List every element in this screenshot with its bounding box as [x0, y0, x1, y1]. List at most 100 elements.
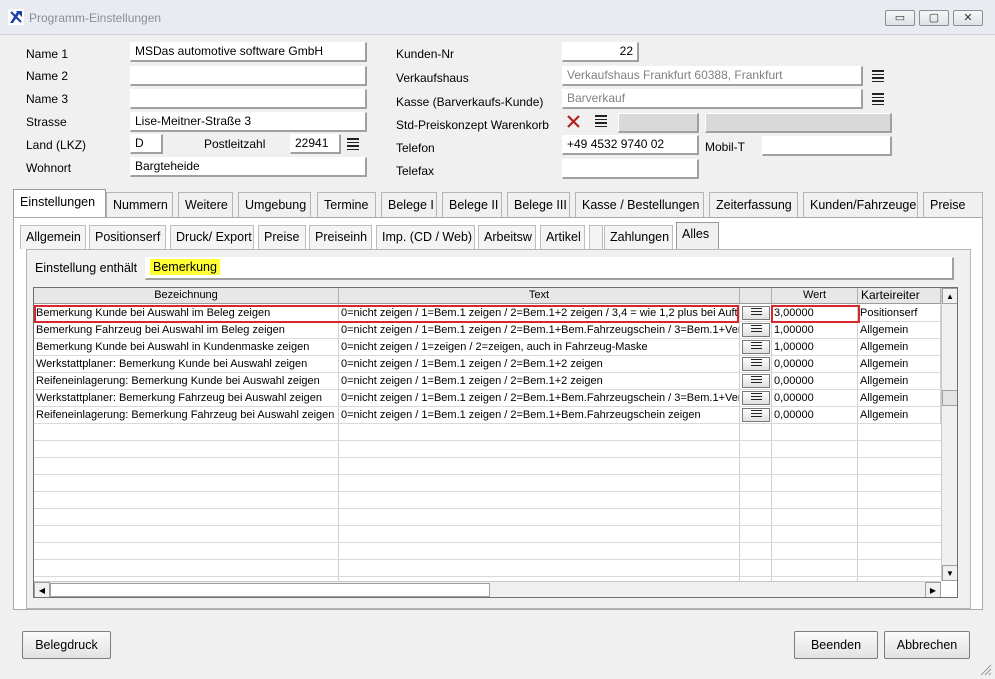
belegdruck-button[interactable]: Belegdruck: [22, 631, 111, 659]
register-field[interactable]: Barverkauf: [562, 89, 863, 109]
fax-field[interactable]: [562, 159, 699, 179]
phone-field[interactable]: +49 4532 9740 02: [562, 135, 699, 155]
scroll-up-icon[interactable]: ▲: [942, 288, 957, 304]
scroll-left-icon[interactable]: ◀: [34, 582, 50, 597]
clear-x-icon[interactable]: [567, 115, 580, 128]
col-text[interactable]: Text: [339, 288, 740, 304]
tab-kunden-fahrzeuge[interactable]: Kunden/Fahrzeuge: [803, 192, 918, 218]
scroll-thumb[interactable]: [942, 390, 957, 406]
tab-belege-3[interactable]: Belege III: [507, 192, 570, 218]
close-button[interactable]: ✕: [953, 10, 983, 26]
table-row[interactable]: Werkstattplaner: Bemerkung Fahrzeug bei …: [34, 390, 941, 407]
subtab-artikel[interactable]: Artikel: [540, 225, 585, 249]
row-list-button[interactable]: [742, 340, 770, 354]
subtab-import[interactable]: Imp. (CD / Web): [376, 225, 475, 249]
row-list-button[interactable]: [742, 408, 770, 422]
table-row[interactable]: Reifeneinlagerung: Bemerkung Fahrzeug be…: [34, 407, 941, 424]
country-field[interactable]: D: [130, 134, 163, 154]
row-list-button[interactable]: [742, 374, 770, 388]
cell-wert[interactable]: 0,00000: [772, 356, 858, 372]
row-list-button[interactable]: [742, 306, 770, 320]
scroll-down-icon[interactable]: ▼: [942, 565, 957, 581]
tab-nummern[interactable]: Nummern: [106, 192, 173, 218]
scroll-right-icon[interactable]: ▶: [925, 582, 941, 597]
resize-grip-icon[interactable]: [979, 663, 992, 676]
col-button: [740, 288, 772, 304]
cell-karteireiter: Allgemein: [858, 356, 941, 372]
cell-wert[interactable]: 0,00000: [772, 390, 858, 406]
row-list-button[interactable]: [742, 391, 770, 405]
name1-field[interactable]: MSDas automotive software GmbH: [130, 42, 367, 62]
phone-label: Telefon: [396, 141, 435, 155]
horizontal-scrollbar[interactable]: ◀ ▶: [34, 581, 941, 597]
store-list-icon[interactable]: [872, 70, 884, 82]
list-icon: [750, 342, 762, 354]
store-field[interactable]: Verkaufshaus Frankfurt 60388, Frankfurt: [562, 66, 863, 86]
tab-preise[interactable]: Preise: [923, 192, 983, 218]
street-label: Strasse: [26, 115, 67, 129]
register-list-icon[interactable]: [872, 93, 884, 105]
table-row[interactable]: Reifeneinlagerung: Bemerkung Kunde bei A…: [34, 373, 941, 390]
table-row[interactable]: Bemerkung Kunde bei Auswahl in Kundenmas…: [34, 339, 941, 356]
custno-label: Kunden-Nr: [396, 47, 455, 61]
tab-umgebung[interactable]: Umgebung: [238, 192, 311, 218]
list-icon: [750, 325, 762, 337]
cell-karteireiter: Allgemein: [858, 322, 941, 338]
pricing-list-icon[interactable]: [595, 115, 607, 127]
horizontal-scroll-thumb[interactable]: [50, 583, 490, 597]
title-bar: Programm-Einstellungen ▭ ▢ ✕: [0, 0, 995, 35]
zip-field[interactable]: 22941: [290, 134, 341, 154]
cell-text: 0=nicht zeigen / 1=Bem.1 zeigen / 2=Bem.…: [341, 322, 740, 338]
col-karteireiter[interactable]: Karteireiter: [858, 288, 941, 304]
table-row[interactable]: Bemerkung Fahrzeug bei Auswahl im Beleg …: [34, 322, 941, 339]
subtab-preiseinh[interactable]: Preiseinh: [309, 225, 372, 249]
abbrechen-button[interactable]: Abbrechen: [884, 631, 970, 659]
subtab-arbeitsw[interactable]: Arbeitsw: [478, 225, 536, 249]
pricing-field: [618, 113, 699, 133]
list-icon: [750, 308, 762, 320]
filter-input[interactable]: Bemerkung: [145, 257, 954, 280]
subtab-allgemein[interactable]: Allgemein: [20, 225, 86, 249]
name3-field[interactable]: [130, 89, 367, 109]
tab-kasse-bestellungen[interactable]: Kasse / Bestellungen: [575, 192, 704, 218]
col-wert[interactable]: Wert: [772, 288, 858, 304]
subtab-empty[interactable]: [589, 225, 603, 249]
cell-wert[interactable]: 0,00000: [772, 407, 858, 423]
filter-label: Einstellung enthält: [35, 261, 138, 275]
zip-list-icon[interactable]: [347, 138, 359, 150]
cell-text: 0=nicht zeigen / 1=Bem.1 zeigen / 2=Bem.…: [339, 356, 740, 372]
cell-wert[interactable]: 1,00000: [772, 322, 858, 338]
name2-field[interactable]: [130, 66, 367, 86]
subtab-alles[interactable]: Alles: [676, 222, 719, 249]
tab-zeiterfassung[interactable]: Zeiterfassung: [709, 192, 798, 218]
city-field[interactable]: Bargteheide: [130, 157, 367, 177]
custno-field[interactable]: 22: [562, 42, 639, 62]
cell-wert[interactable]: 1,00000: [772, 339, 858, 355]
subtab-zahlungen[interactable]: Zahlungen: [604, 225, 673, 249]
row-list-button[interactable]: [742, 323, 770, 337]
col-bezeichnung[interactable]: Bezeichnung: [34, 288, 339, 304]
list-icon: [750, 376, 762, 388]
vertical-scrollbar[interactable]: ▲ ▼: [941, 288, 957, 581]
street-field[interactable]: Lise-Meitner-Straße 3: [130, 112, 367, 132]
cell-wert[interactable]: 0,00000: [772, 373, 858, 389]
tab-belege-1[interactable]: Belege I: [381, 192, 437, 218]
cell-text: 0=nicht zeigen / 1=Bem.1 zeigen / 2=Bem.…: [339, 407, 740, 423]
maximize-button[interactable]: ▢: [919, 10, 949, 26]
mobile-label: Mobil-T: [705, 140, 746, 154]
tab-termine[interactable]: Termine: [317, 192, 376, 218]
tab-belege-2[interactable]: Belege II: [442, 192, 502, 218]
subtab-druck-export[interactable]: Druck/ Export: [170, 225, 254, 249]
subtab-preise[interactable]: Preise: [258, 225, 306, 249]
table-row[interactable]: Werkstattplaner: Bemerkung Kunde bei Aus…: [34, 356, 941, 373]
mobile-field[interactable]: [762, 136, 892, 156]
tab-weitere[interactable]: Weitere: [178, 192, 233, 218]
beenden-button[interactable]: Beenden: [794, 631, 878, 659]
row-list-button[interactable]: [742, 357, 770, 371]
subtab-positionserf[interactable]: Positionserf: [89, 225, 166, 249]
cell-karteireiter: Allgemein: [858, 339, 941, 355]
minimize-button[interactable]: ▭: [885, 10, 915, 26]
tab-einstellungen[interactable]: Einstellungen: [13, 189, 106, 218]
pricing-label: Std-Preiskonzept Warenkorb: [396, 118, 549, 132]
cell-text: 0=nicht zeigen / 1=zeigen / 2=zeigen, au…: [339, 339, 740, 355]
